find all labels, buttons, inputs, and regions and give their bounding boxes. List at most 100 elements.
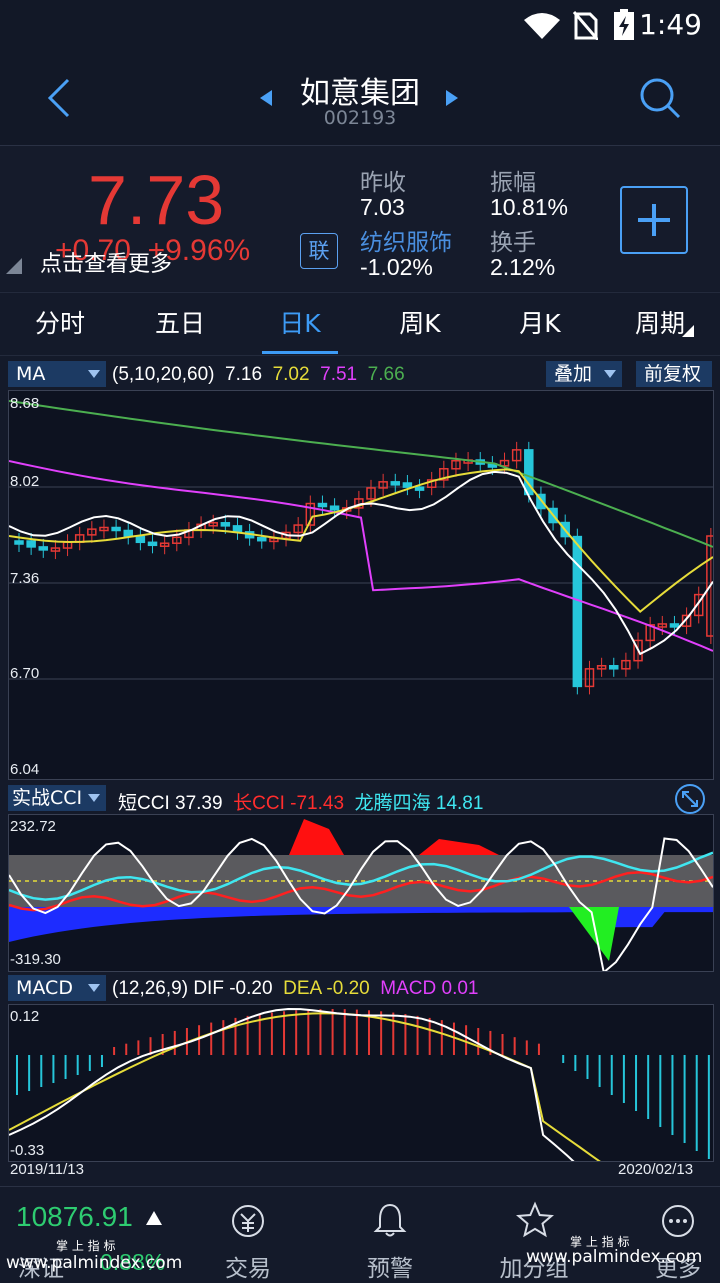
tab-intraday[interactable]: 分时 (0, 293, 120, 355)
price-axis-label: 7.36 (10, 570, 40, 587)
tab-five-day[interactable]: 五日 (120, 293, 240, 355)
chevron-down-icon (88, 984, 100, 992)
tab-weekly-k[interactable]: 周K (360, 293, 480, 355)
next-stock-icon[interactable] (444, 88, 460, 108)
add-watchlist-button[interactable] (620, 186, 688, 254)
ma10-line (8, 468, 714, 613)
cci-values: 短CCI 37.39 长CCI -71.43 龙腾四海 14.81 (118, 788, 483, 815)
status-bar: 1:49 (0, 0, 720, 50)
dea-label: DEA (283, 978, 322, 999)
dif-label: DIF (193, 978, 224, 999)
cci-axis-label: 232.72 (10, 818, 56, 835)
macd-params: (12,26,9) (112, 978, 189, 999)
index-up-icon (146, 1211, 162, 1225)
chevron-down-icon (88, 794, 100, 802)
cci-positive-area (419, 839, 499, 855)
bell-icon (373, 1203, 407, 1237)
ma-values: (5,10,20,60) 7.16 7.02 7.51 7.66 (112, 364, 405, 386)
short-cci-label: 短CCI (118, 793, 170, 814)
sector-link[interactable]: 纺织服饰 (360, 223, 452, 257)
candle-body (14, 540, 24, 545)
cci-axis-label: -319.30 (10, 951, 61, 968)
overlay-label: 叠加 (554, 363, 593, 385)
dea-line (8, 1012, 714, 1246)
price-axis-label: 6.04 (10, 761, 40, 778)
cci-chart[interactable] (8, 814, 714, 975)
candle-body (26, 540, 36, 548)
wifi-icon (524, 13, 560, 39)
cci-oversold-area (569, 907, 619, 961)
ma20-value: 7.51 (320, 364, 358, 385)
macd-selector-label: MACD (16, 977, 73, 999)
candle-body (220, 522, 231, 527)
corner-triangle-icon (6, 258, 22, 274)
dragon-label: 龙腾四海 (354, 793, 431, 814)
amplitude-label: 振幅 (490, 170, 536, 196)
price-axis-label: 6.70 (10, 665, 40, 682)
bottom-nav: 10876.91 深证 0.88% 交易 预警 加分组 更多 掌 上 指 标 w… (0, 1186, 720, 1282)
turnover-label: 换手 (490, 230, 536, 256)
cci-plot (8, 819, 714, 975)
candle-body (38, 546, 49, 551)
ma20-line (8, 460, 714, 652)
dif-line (8, 1007, 714, 1260)
no-sim-icon (572, 11, 598, 40)
quote-panel: 7.73 +0.70 +9.96% 点击查看更多 联 昨收 7.03 纺织服饰 … (0, 145, 720, 291)
macd-values: (12,26,9) DIF -0.20 DEA -0.20 MACD 0.01 (112, 978, 479, 1000)
watermark-right: www.palmindex.com (526, 1247, 703, 1267)
overlay-selector[interactable]: 叠加 (546, 361, 622, 387)
candle-body (572, 535, 583, 688)
ma5-value: 7.16 (225, 364, 263, 385)
candle-body (232, 525, 243, 533)
index-value[interactable]: 10876.91 (16, 1201, 133, 1233)
candle-body (402, 482, 413, 488)
long-cci-label: 长CCI (233, 793, 285, 814)
period-tabs: 分时 五日 日K 周K 月K 周期 (0, 292, 720, 356)
candle-body (123, 529, 133, 538)
chevron-down-icon (88, 370, 100, 378)
sector-change: -1.02% (360, 254, 433, 280)
battery-charging-icon (614, 9, 634, 40)
macd-plot (8, 1007, 714, 1260)
kline-plot (8, 400, 716, 695)
candle-body (414, 486, 425, 491)
macd-axis-label: 0.12 (10, 1008, 40, 1025)
view-more-tip[interactable]: 点击查看更多 (40, 246, 172, 278)
cci-positive-area (289, 819, 344, 855)
candle-body (135, 535, 146, 544)
dif-value: -0.20 (229, 978, 273, 999)
trade-icon (232, 1205, 264, 1237)
watermark-left: www.palmindex.com (6, 1253, 183, 1273)
macd-selector[interactable]: MACD (8, 975, 106, 1001)
cci-selector[interactable]: 实战CCI (8, 785, 106, 811)
tab-period[interactable]: 周期 (600, 293, 720, 355)
ma60-value: 7.66 (367, 364, 405, 385)
price-axis-label: 8.68 (10, 395, 40, 412)
expand-icon[interactable] (674, 783, 706, 815)
active-tab-indicator (262, 351, 338, 354)
period-dropdown-icon (682, 325, 694, 337)
tab-monthly-k[interactable]: 月K (480, 293, 600, 355)
candle-body (147, 541, 158, 547)
end-date: 2020/02/13 (618, 1161, 694, 1178)
macd-axis-label: -0.33 (10, 1142, 45, 1159)
macd-chart[interactable] (8, 1004, 714, 1260)
search-icon[interactable] (638, 76, 682, 120)
plus-icon (638, 204, 670, 236)
stock-code: 002193 (323, 107, 397, 129)
adjust-button[interactable]: 前复权 (636, 361, 712, 387)
ma60-line (8, 400, 714, 548)
star-icon (516, 1201, 554, 1238)
price-axis-label: 8.02 (10, 473, 40, 490)
candle-body (329, 505, 340, 511)
kline-chart[interactable] (8, 390, 716, 780)
macd-value: 0.01 (441, 978, 479, 999)
short-cci-value: 37.39 (175, 793, 223, 814)
long-cci-value: -71.43 (290, 793, 345, 814)
related-badge[interactable]: 联 (300, 233, 338, 269)
ma-selector[interactable]: MA (8, 361, 106, 387)
candle-body (111, 526, 121, 532)
ma-selector-label: MA (16, 363, 46, 385)
watermark-cn-left: 掌 上 指 标 (56, 1239, 116, 1253)
tab-daily-k[interactable]: 日K (240, 293, 360, 355)
